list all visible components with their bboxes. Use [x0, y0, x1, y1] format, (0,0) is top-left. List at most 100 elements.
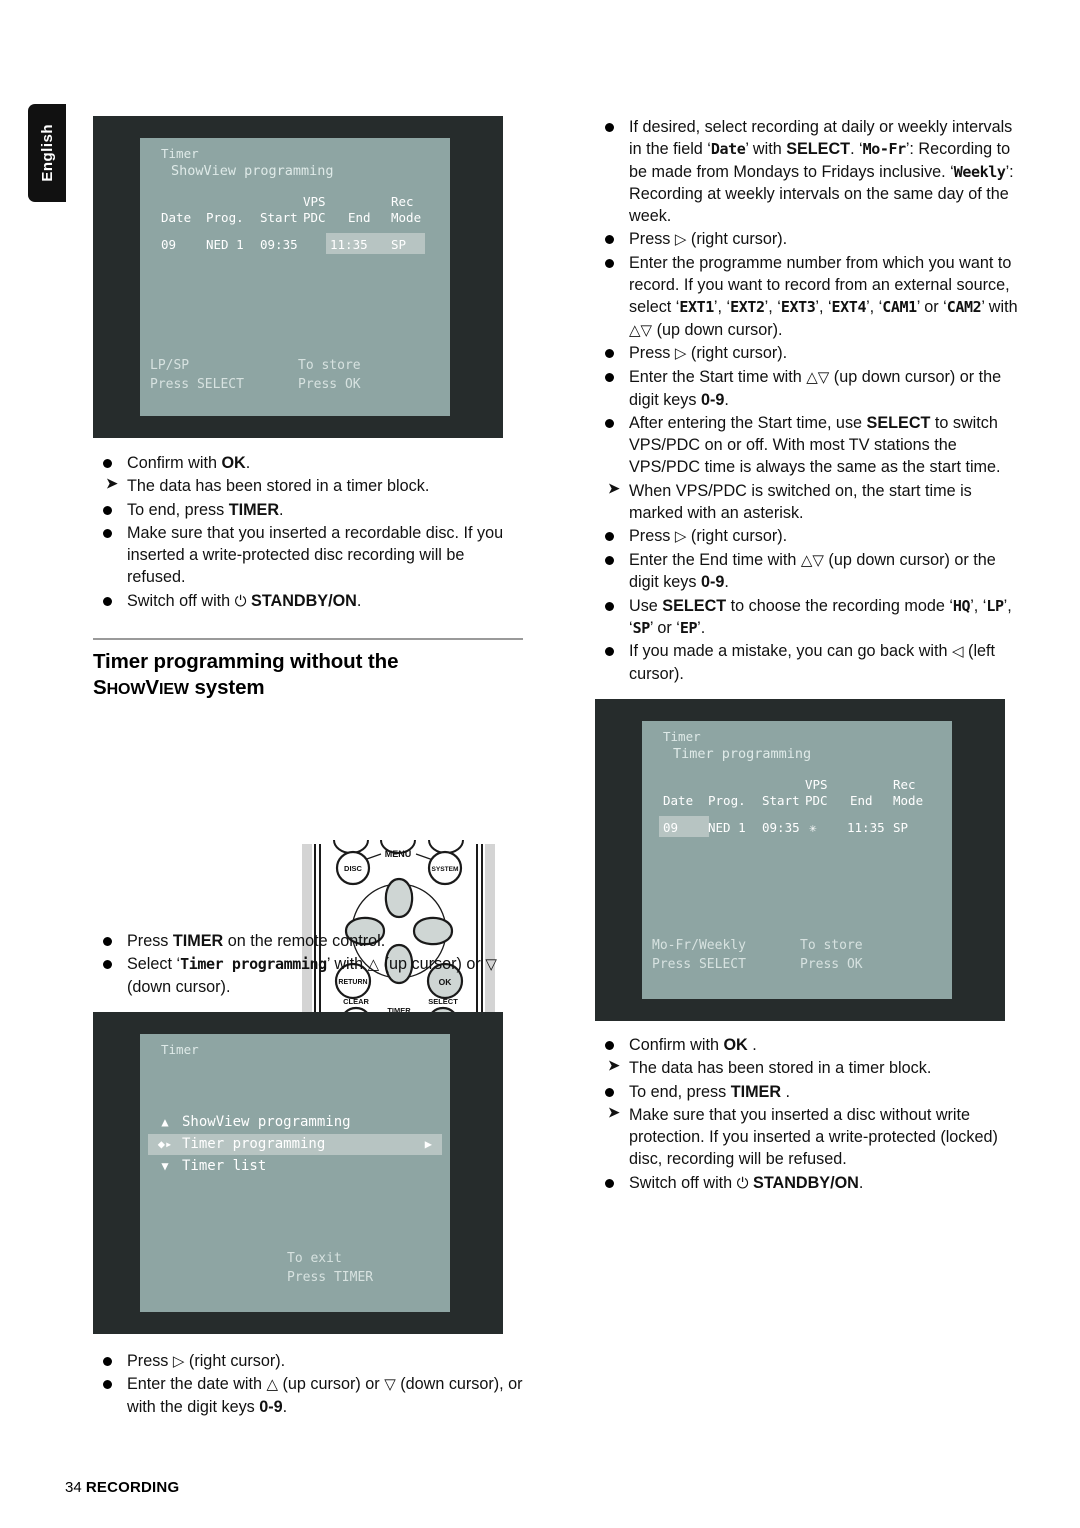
column-header-start: Start — [762, 793, 800, 809]
instruction-text: Switch off with ⏻ STANDBY/ON. — [127, 591, 362, 610]
osd-panel-timerprog: Timer Timer programming Date Prog. Start… — [642, 721, 952, 1000]
instruction-text: Press ▷ (right cursor). — [629, 527, 788, 546]
tv-screen-showview-programming: Timer ShowView programming Date Prog. St… — [93, 116, 503, 438]
heading-showview-how: HOW — [106, 681, 146, 699]
cell-prog[interactable]: NED 1 — [708, 820, 746, 835]
column-header-rec: Rec — [391, 194, 414, 209]
instruction-item: Enter the End time with △▽ (up down curs… — [595, 549, 1025, 594]
instruction-item: Press TIMER on the remote control. — [93, 930, 523, 952]
instruction-text: Enter the End time with △▽ (up down curs… — [629, 550, 996, 592]
cell-date[interactable]: 09 — [663, 820, 678, 835]
heading-showview-v: V — [145, 676, 159, 700]
language-tab: English — [28, 104, 66, 202]
instruction-item: Switch off with ⏻ STANDBY/ON. — [595, 1172, 1025, 1195]
instruction-text: The data has been stored in a timer bloc… — [629, 1059, 932, 1078]
disc-label: DISC — [344, 864, 363, 873]
cell-start[interactable]: 09:35 — [762, 820, 800, 835]
instruction-text: Make sure that you inserted a disc witho… — [629, 1105, 998, 1169]
chevron-right-icon: ▶ — [424, 1137, 432, 1152]
tv-screen-timer-programming: Timer Timer programming Date Prog. Start… — [595, 699, 1005, 1022]
instruction-text: Enter the date with △ (up cursor) or ▽ (… — [127, 1375, 523, 1417]
osd-footer-left-1: Mo-Fr/Weekly — [652, 938, 746, 954]
column-header-date: Date — [161, 210, 192, 225]
instruction-item: Confirm with OK . — [595, 1034, 1025, 1056]
instruction-item: Press ▷ (right cursor). — [595, 228, 1025, 251]
column-header-pdc: PDC — [303, 210, 326, 225]
instruction-list-enter-date: Press ▷ (right cursor). Enter the date wi… — [93, 1350, 523, 1419]
column-header-end: End — [348, 210, 371, 225]
osd-title: Timer — [161, 146, 199, 161]
heading-line-1: Timer programming without the — [93, 650, 399, 674]
instruction-list-open-timer-menu: Press TIMER on the remote control. Select… — [93, 930, 523, 998]
column-header-prog: Prog. — [708, 793, 746, 809]
instruction-item: Press ▷ (right cursor). — [595, 342, 1025, 365]
column-header-mode: Mode — [893, 793, 924, 809]
right-column: If desired, select recording at daily or… — [595, 116, 1025, 1195]
column-header-vps: VPS — [303, 194, 326, 209]
arrow-marker-icon: ➤ — [608, 479, 620, 496]
cell-end[interactable]: 11:35 — [847, 820, 885, 835]
osd-footer-left-1: LP/SP — [150, 358, 190, 373]
menu-item-timer-programming[interactable]: ◆▸ Timer programming ▶ — [148, 1133, 442, 1155]
instruction-item: Use SELECT to choose the recording mode … — [595, 595, 1025, 640]
instruction-text: Enter the programme number from which yo… — [629, 253, 1018, 339]
instruction-item: Confirm with OK. — [93, 452, 523, 474]
footer-section-title: RECORDING — [85, 1479, 180, 1496]
page-number: 34 — [65, 1479, 82, 1496]
instruction-item: Select ‘Timer programming’ with △ (up cu… — [93, 953, 523, 998]
clear-label: CLEAR — [343, 997, 369, 1006]
arrow-marker-icon: ➤ — [608, 1103, 620, 1120]
instruction-text: If you made a mistake, you can go back w… — [629, 642, 996, 683]
cell-vpspdc-asterisk[interactable]: ✳ — [809, 820, 817, 835]
left-column: Timer ShowView programming Date Prog. St… — [93, 116, 523, 1419]
instruction-text: To end, press TIMER. — [127, 500, 284, 519]
cell-mode[interactable]: SP — [893, 820, 908, 835]
instruction-text: To end, press TIMER . — [629, 1082, 791, 1101]
note-item: ➤ The data has been stored in a timer blo… — [595, 1057, 1025, 1079]
instruction-text: Press ▷ (right cursor). — [127, 1351, 286, 1370]
note-item: ➤ When VPS/PDC is switched on, the start … — [595, 480, 1025, 525]
menu-item-label: Timer programming — [182, 1136, 326, 1153]
instruction-text: Switch off with ⏻ STANDBY/ON. — [629, 1173, 864, 1192]
osd-footer-right-2: Press OK — [800, 957, 863, 973]
cell-prog[interactable]: NED 1 — [206, 237, 244, 252]
down-arrow-icon: ▼ — [161, 1159, 169, 1174]
osd-footer-right-1: To store — [800, 938, 863, 954]
note-item: ➤ The data has been stored in a timer blo… — [93, 475, 523, 497]
heading-showview-s: S — [93, 676, 107, 700]
language-tab-label: English — [38, 124, 56, 182]
instruction-text: If desired, select recording at daily or… — [629, 118, 1014, 226]
cell-mode[interactable]: SP — [391, 237, 406, 252]
cell-date[interactable]: 09 — [161, 237, 176, 252]
up-cursor-button[interactable] — [384, 877, 414, 919]
page-footer: 34 RECORDING — [65, 1479, 179, 1496]
osd-title-timerprog: Timer — [663, 729, 701, 745]
instruction-item: To end, press TIMER . — [595, 1081, 1025, 1103]
osd-panel-menu: Timer ▲ ShowView programming ◆▸ Timer pr… — [140, 1033, 450, 1312]
instruction-item: Enter the date with △ (up cursor) or ▽ (… — [93, 1373, 523, 1418]
cell-end[interactable]: 11:35 — [330, 237, 368, 252]
instruction-item: Make sure that you inserted a recordable… — [93, 522, 523, 589]
column-header-vps: VPS — [805, 777, 828, 793]
instruction-item: Enter the programme number from which yo… — [595, 252, 1025, 341]
osd-footer-right-1: To store — [298, 358, 361, 373]
column-header-end: End — [850, 793, 873, 809]
menu-item-label: ShowView programming — [182, 1114, 351, 1131]
page-section-heading: Timer programming without the SHOWVIEW s… — [93, 649, 523, 701]
system-label: SYSTEM — [431, 866, 459, 873]
instruction-item: If you made a mistake, you can go back w… — [595, 640, 1025, 685]
menu-item-timer-list[interactable]: ▼ Timer list — [148, 1156, 442, 1177]
instruction-text: Use SELECT to choose the recording mode … — [629, 596, 1012, 637]
instruction-list-confirm-store: Confirm with OK. ➤ The data has been store… — [93, 452, 523, 612]
instruction-item: Press ▷ (right cursor). — [595, 525, 1025, 548]
instruction-item: Switch off with ⏻ STANDBY/ON. — [93, 590, 523, 613]
instruction-item: If desired, select recording at daily or… — [595, 116, 1025, 227]
select-label: SELECT — [428, 997, 458, 1006]
instruction-item: Enter the Start time with △▽ (up down cu… — [595, 366, 1025, 411]
instruction-list-confirm-store-2: Confirm with OK . ➤ The data has been stor… — [595, 1034, 1025, 1194]
cell-start[interactable]: 09:35 — [260, 237, 298, 252]
column-header-pdc: PDC — [805, 793, 828, 809]
osd-panel: Timer ShowView programming Date Prog. St… — [140, 138, 450, 416]
menu-item-showview-programming[interactable]: ▲ ShowView programming — [148, 1112, 442, 1133]
menu-item-label: Timer list — [182, 1158, 267, 1175]
